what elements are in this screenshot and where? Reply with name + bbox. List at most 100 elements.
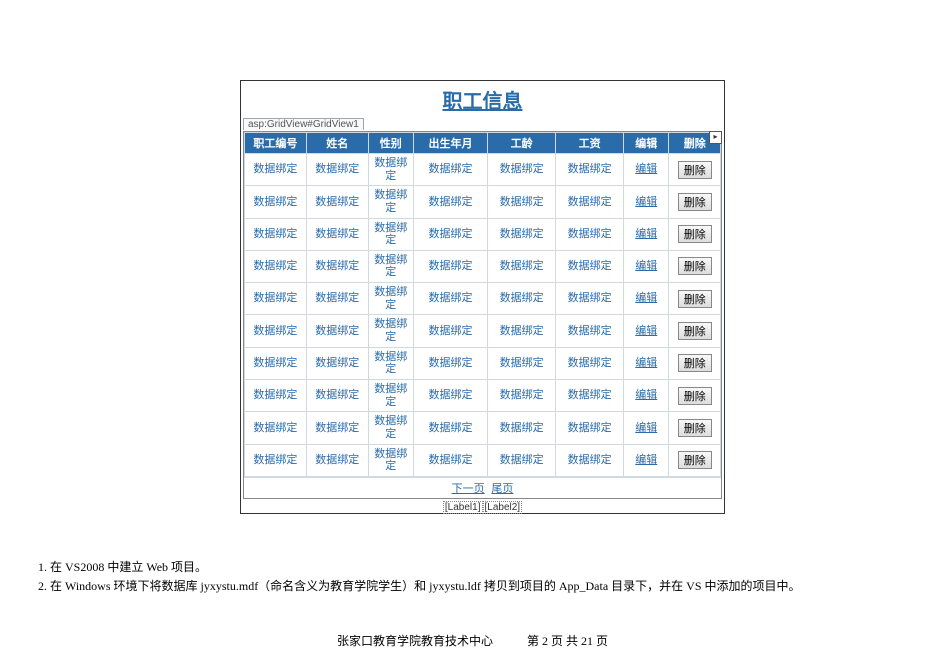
edit-cell: 编辑 bbox=[624, 250, 669, 282]
col-header: 出生年月 bbox=[413, 133, 487, 154]
bound-cell: 数据绑定 bbox=[413, 444, 487, 476]
delete-cell: 删除 bbox=[669, 315, 721, 347]
label2-placeholder: [Label2] bbox=[483, 501, 523, 514]
delete-button[interactable]: 删除 bbox=[678, 419, 712, 437]
edit-link[interactable]: 编辑 bbox=[635, 357, 657, 369]
bound-cell: 数据绑定 bbox=[413, 412, 487, 444]
bound-cell: 数据绑定 bbox=[488, 444, 556, 476]
bound-cell: 数据绑定 bbox=[245, 186, 307, 218]
col-header: 职工编号 bbox=[245, 133, 307, 154]
bound-cell: 数据绑定 bbox=[245, 154, 307, 186]
bound-cell: 数据绑定 bbox=[245, 444, 307, 476]
gridview-table: 职工编号 姓名 性别 出生年月 工龄 工资 编辑 删除 数据绑定数据绑定数据绑 … bbox=[244, 132, 721, 477]
delete-button[interactable]: 删除 bbox=[678, 451, 712, 469]
bound-cell: 数据绑定 bbox=[245, 379, 307, 411]
col-header: 姓名 bbox=[306, 133, 368, 154]
table-row: 数据绑定数据绑定数据绑 定数据绑定数据绑定数据绑定编辑删除 bbox=[245, 315, 721, 347]
bound-cell: 数据绑定 bbox=[306, 154, 368, 186]
bound-cell: 数据绑定 bbox=[306, 283, 368, 315]
bound-cell: 数据绑定 bbox=[245, 218, 307, 250]
delete-button[interactable]: 删除 bbox=[678, 354, 712, 372]
bound-cell: 数据绑定 bbox=[556, 444, 624, 476]
delete-button[interactable]: 删除 bbox=[678, 161, 712, 179]
delete-button[interactable]: 删除 bbox=[678, 257, 712, 275]
bound-cell: 数据绑定 bbox=[488, 379, 556, 411]
page-title: 职工信息 bbox=[241, 81, 724, 116]
col-header: 工龄 bbox=[488, 133, 556, 154]
delete-cell: 删除 bbox=[669, 218, 721, 250]
bound-cell: 数据绑定 bbox=[413, 250, 487, 282]
bound-cell: 数据绑 定 bbox=[368, 347, 413, 379]
bound-cell: 数据绑 定 bbox=[368, 444, 413, 476]
bound-cell: 数据绑定 bbox=[556, 283, 624, 315]
bound-cell: 数据绑定 bbox=[306, 444, 368, 476]
bound-cell: 数据绑定 bbox=[306, 347, 368, 379]
table-row: 数据绑定数据绑定数据绑 定数据绑定数据绑定数据绑定编辑删除 bbox=[245, 412, 721, 444]
delete-cell: 删除 bbox=[669, 444, 721, 476]
edit-cell: 编辑 bbox=[624, 218, 669, 250]
delete-button[interactable]: 删除 bbox=[678, 290, 712, 308]
edit-link[interactable]: 编辑 bbox=[635, 389, 657, 401]
bound-cell: 数据绑定 bbox=[245, 412, 307, 444]
bound-cell: 数据绑 定 bbox=[368, 218, 413, 250]
edit-cell: 编辑 bbox=[624, 412, 669, 444]
bound-cell: 数据绑定 bbox=[306, 250, 368, 282]
edit-link[interactable]: 编辑 bbox=[635, 325, 657, 337]
footer-org: 张家口教育学院教育技术中心 bbox=[337, 634, 493, 648]
edit-cell: 编辑 bbox=[624, 154, 669, 186]
table-row: 数据绑定数据绑定数据绑 定数据绑定数据绑定数据绑定编辑删除 bbox=[245, 154, 721, 186]
bound-cell: 数据绑定 bbox=[245, 283, 307, 315]
edit-link[interactable]: 编辑 bbox=[635, 422, 657, 434]
bound-cell: 数据绑定 bbox=[556, 154, 624, 186]
delete-button[interactable]: 删除 bbox=[678, 193, 712, 211]
bound-cell: 数据绑 定 bbox=[368, 250, 413, 282]
bound-cell: 数据绑定 bbox=[413, 347, 487, 379]
bound-cell: 数据绑定 bbox=[413, 315, 487, 347]
pager-last-link[interactable]: 尾页 bbox=[491, 483, 513, 495]
bound-cell: 数据绑定 bbox=[556, 315, 624, 347]
bound-cell: 数据绑定 bbox=[488, 250, 556, 282]
bound-cell: 数据绑定 bbox=[488, 315, 556, 347]
delete-button[interactable]: 删除 bbox=[678, 387, 712, 405]
bound-cell: 数据绑定 bbox=[413, 218, 487, 250]
edit-cell: 编辑 bbox=[624, 315, 669, 347]
edit-link[interactable]: 编辑 bbox=[635, 260, 657, 272]
bound-cell: 数据绑定 bbox=[245, 315, 307, 347]
smart-tag-glyph[interactable]: ▸ bbox=[709, 131, 722, 144]
bound-cell: 数据绑定 bbox=[556, 412, 624, 444]
edit-cell: 编辑 bbox=[624, 283, 669, 315]
instruction-item: 在 Windows 环境下将数据库 jyxystu.mdf（命名含义为教育学院学… bbox=[50, 577, 801, 594]
table-row: 数据绑定数据绑定数据绑 定数据绑定数据绑定数据绑定编辑删除 bbox=[245, 379, 721, 411]
bound-cell: 数据绑定 bbox=[413, 283, 487, 315]
edit-link[interactable]: 编辑 bbox=[635, 196, 657, 208]
bound-cell: 数据绑定 bbox=[245, 250, 307, 282]
bound-cell: 数据绑定 bbox=[556, 347, 624, 379]
edit-link[interactable]: 编辑 bbox=[635, 454, 657, 466]
bound-cell: 数据绑 定 bbox=[368, 154, 413, 186]
edit-link[interactable]: 编辑 bbox=[635, 163, 657, 175]
delete-button[interactable]: 删除 bbox=[678, 225, 712, 243]
footer-page-c: 页 bbox=[596, 634, 608, 648]
edit-cell: 编辑 bbox=[624, 379, 669, 411]
gridview-header-row: 职工编号 姓名 性别 出生年月 工龄 工资 编辑 删除 bbox=[245, 133, 721, 154]
delete-button[interactable]: 删除 bbox=[678, 322, 712, 340]
edit-link[interactable]: 编辑 bbox=[635, 228, 657, 240]
pager-next-link[interactable]: 下一页 bbox=[452, 483, 485, 495]
page-footer: 张家口教育学院教育技术中心 第 2 页 共 21 页 bbox=[0, 632, 945, 649]
delete-cell: 删除 bbox=[669, 347, 721, 379]
bound-cell: 数据绑定 bbox=[413, 379, 487, 411]
control-tag: asp:GridView#GridView1 bbox=[243, 118, 364, 130]
bound-cell: 数据绑定 bbox=[488, 186, 556, 218]
bound-cell: 数据绑定 bbox=[488, 154, 556, 186]
bound-cell: 数据绑定 bbox=[556, 218, 624, 250]
table-row: 数据绑定数据绑定数据绑 定数据绑定数据绑定数据绑定编辑删除 bbox=[245, 250, 721, 282]
bound-cell: 数据绑定 bbox=[413, 186, 487, 218]
delete-cell: 删除 bbox=[669, 379, 721, 411]
delete-cell: 删除 bbox=[669, 250, 721, 282]
bound-cell: 数据绑定 bbox=[488, 283, 556, 315]
footer-page-current: 2 bbox=[542, 634, 548, 648]
bound-cell: 数据绑定 bbox=[306, 379, 368, 411]
edit-link[interactable]: 编辑 bbox=[635, 292, 657, 304]
footer-page-b: 页 共 bbox=[551, 634, 578, 648]
bound-cell: 数据绑 定 bbox=[368, 379, 413, 411]
